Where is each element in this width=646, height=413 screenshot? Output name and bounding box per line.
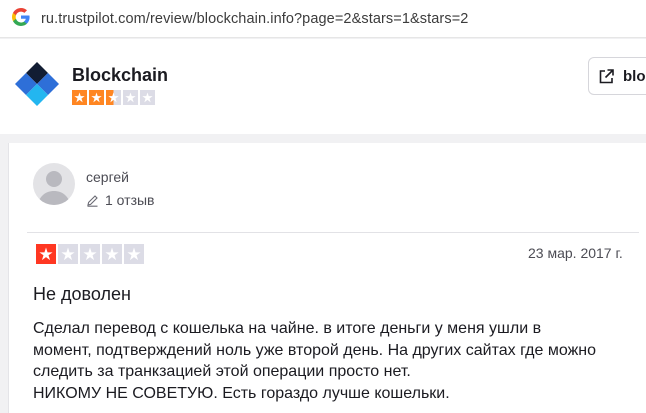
divider [27,232,639,233]
star-icon [123,90,138,105]
star-icon [102,244,122,264]
star-icon [124,244,144,264]
star-icon [106,90,121,105]
review-date: 23 мар. 2017 г. [528,245,623,261]
star-icon [72,90,87,105]
star-icon [36,244,56,264]
company-header: Blockchain bloc [0,39,646,134]
star-icon [140,90,155,105]
review-body-line: момент, подтверждений ноль уже второй де… [33,341,597,359]
star-icon [80,244,100,264]
reviewer-name[interactable]: сергей [86,169,129,185]
review-body: Сделал перевод с кошелька на чайне. в ит… [33,318,646,404]
review-body-line: Сделал перевод с кошелька на чайне. в ит… [33,320,542,337]
google-g-icon [12,8,30,26]
avatar[interactable] [33,163,75,205]
user-silhouette-icon [38,171,70,205]
reviewer-review-count: 1 отзыв [86,192,155,208]
visit-website-button[interactable]: bloc [588,57,646,95]
star-icon [58,244,78,264]
company-rating-stars [72,90,155,105]
review-card: сергей 1 отзыв 23 мар. 2017 г. Не доволе… [8,143,646,413]
review-rating-stars [36,244,144,264]
company-name[interactable]: Blockchain [72,65,168,86]
url-text[interactable]: ru.trustpilot.com/review/blockchain.info… [41,11,468,27]
address-bar[interactable]: ru.trustpilot.com/review/blockchain.info… [0,0,646,38]
review-body-line: НИКОМУ НЕ СОВЕТУЮ. Есть гораздо лучше ко… [33,384,450,402]
external-link-icon [599,69,614,84]
blockchain-logo [15,62,59,106]
visit-website-label: bloc [623,68,646,85]
review-count-label: 1 отзыв [105,192,155,208]
review-body-line: следить за транкзацией этой операции про… [33,363,411,380]
pencil-icon [87,194,98,207]
star-icon [89,90,104,105]
review-title[interactable]: Не доволен [33,284,131,305]
